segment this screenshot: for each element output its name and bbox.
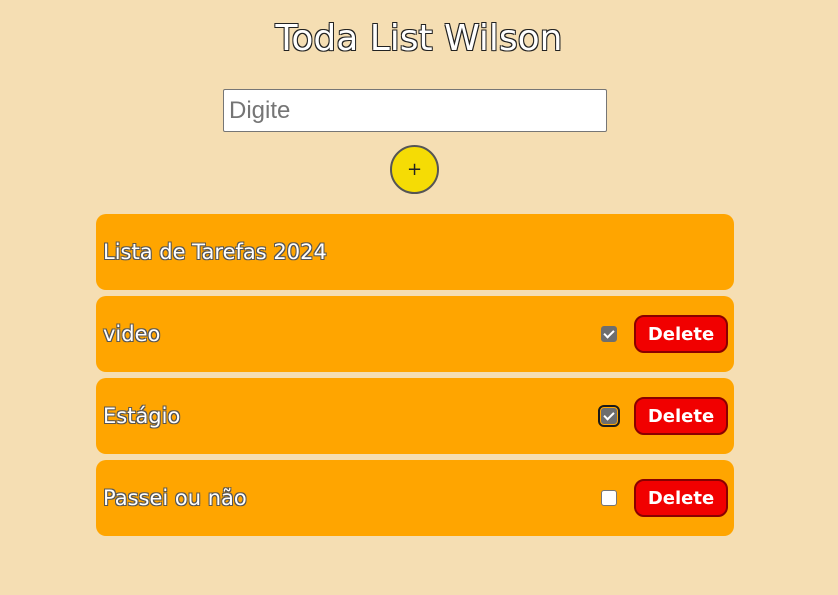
task-text: Passei ou não: [103, 486, 247, 510]
task-checkbox[interactable]: [601, 326, 617, 342]
list-header-title: Lista de Tarefas 2024: [103, 240, 327, 264]
task-checkbox[interactable]: [598, 405, 620, 427]
task-input[interactable]: [223, 89, 607, 132]
delete-button[interactable]: Delete: [634, 397, 728, 435]
task-checkbox[interactable]: [601, 490, 617, 506]
add-task-button[interactable]: +: [390, 145, 439, 194]
task-text: Estágio: [103, 404, 181, 428]
task-row: Estágio Delete: [96, 378, 734, 454]
task-text: video: [103, 322, 161, 346]
page-title: Toda List Wilson: [275, 18, 563, 59]
list-header: Lista de Tarefas 2024: [96, 214, 734, 290]
delete-button[interactable]: Delete: [634, 315, 728, 353]
task-list: Lista de Tarefas 2024 video Delete Estág…: [96, 214, 734, 542]
task-row: Passei ou não Delete: [96, 460, 734, 536]
task-row: video Delete: [96, 296, 734, 372]
delete-button[interactable]: Delete: [634, 479, 728, 517]
